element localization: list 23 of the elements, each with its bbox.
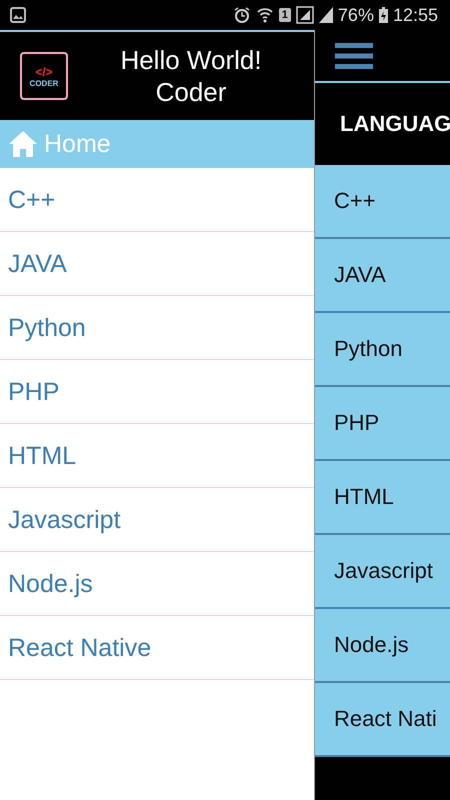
logo-tag: </> [35,64,53,78]
menu-icon[interactable] [335,42,373,68]
clock: 12:55 [392,4,438,26]
language-item[interactable]: HTML [315,461,450,535]
gallery-icon [10,7,26,23]
drawer-title: Hello World! Coder [119,44,263,108]
section-heading: LANGUAG [339,110,450,138]
language-item[interactable]: JAVA [315,239,450,313]
language-item[interactable]: Javascript [315,535,450,609]
sim-slot-badge: 1 [278,8,291,22]
signal-icon [318,7,333,23]
alarm-icon [232,6,251,24]
wifi-icon [256,6,274,24]
language-item[interactable]: React Nati [315,683,450,757]
language-item[interactable]: Python [315,313,450,387]
home-icon [8,130,38,158]
language-item[interactable]: C++ [315,165,450,239]
language-item[interactable]: PHP [315,387,450,461]
battery-percent: 76% [338,4,374,26]
battery-icon [378,7,388,23]
signal-icon [296,6,314,24]
language-item[interactable]: Node.js [315,609,450,683]
logo-word: CODER [30,78,58,88]
